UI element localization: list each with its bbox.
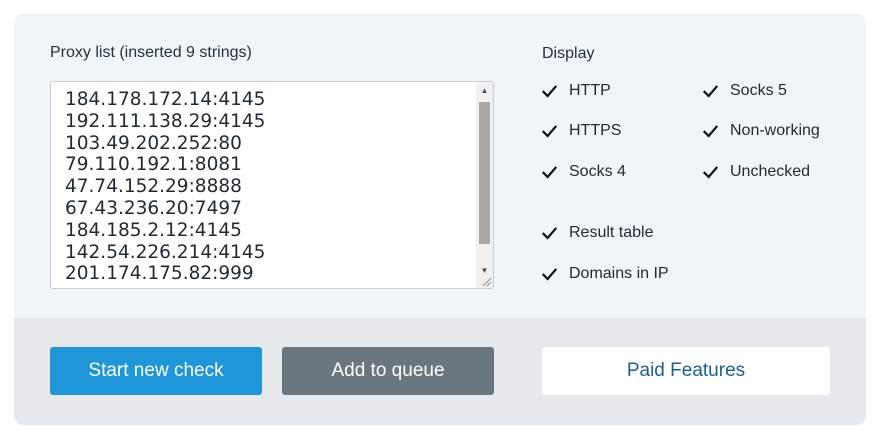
proxy-list-label: Proxy list (inserted 9 strings) [50,44,252,61]
option-result-table[interactable]: Result table [542,222,654,244]
option-socks5-label: Socks 5 [730,82,787,99]
checkmark-icon[interactable] [703,84,718,99]
checkmark-icon[interactable] [542,165,557,180]
checkmark-icon[interactable] [703,165,718,180]
option-http[interactable]: HTTP [542,80,611,102]
checkmark-icon[interactable] [542,124,557,139]
checkmark-icon[interactable] [703,124,718,139]
proxy-checker-panel: Proxy list (inserted 9 strings) 184.178.… [14,14,866,425]
start-new-check-button[interactable]: Start new check [50,347,262,395]
textarea-scrollbar[interactable]: ▲ ▼ [476,82,493,288]
option-result-table-label: Result table [569,224,654,241]
scroll-thumb[interactable] [479,102,490,244]
option-https[interactable]: HTTPS [542,120,621,142]
add-to-queue-button[interactable]: Add to queue [282,347,494,395]
scroll-up-arrow-icon[interactable]: ▲ [476,82,493,98]
option-https-label: HTTPS [569,122,622,139]
option-domains-in-ip-label: Domains in IP [569,265,669,282]
resize-grip-icon[interactable] [481,276,492,287]
checkmark-icon[interactable] [542,267,557,282]
option-socks5[interactable]: Socks 5 [703,80,787,102]
proxy-list-text[interactable]: 184.178.172.14:4145 192.111.138.29:4145 … [65,89,471,285]
checkmark-icon[interactable] [542,84,557,99]
proxy-list-textarea[interactable]: 184.178.172.14:4145 192.111.138.29:4145 … [50,81,494,289]
paid-features-button[interactable]: Paid Features [542,347,830,395]
option-non-working-label: Non-working [730,122,820,139]
option-unchecked[interactable]: Unchecked [703,161,810,183]
option-http-label: HTTP [569,82,611,99]
option-socks4[interactable]: Socks 4 [542,161,626,183]
option-unchecked-label: Unchecked [730,163,811,180]
option-non-working[interactable]: Non-working [703,120,820,142]
display-label: Display [542,45,595,62]
option-socks4-label: Socks 4 [569,163,626,180]
checkmark-icon[interactable] [542,226,557,241]
option-domains-in-ip[interactable]: Domains in IP [542,263,669,285]
